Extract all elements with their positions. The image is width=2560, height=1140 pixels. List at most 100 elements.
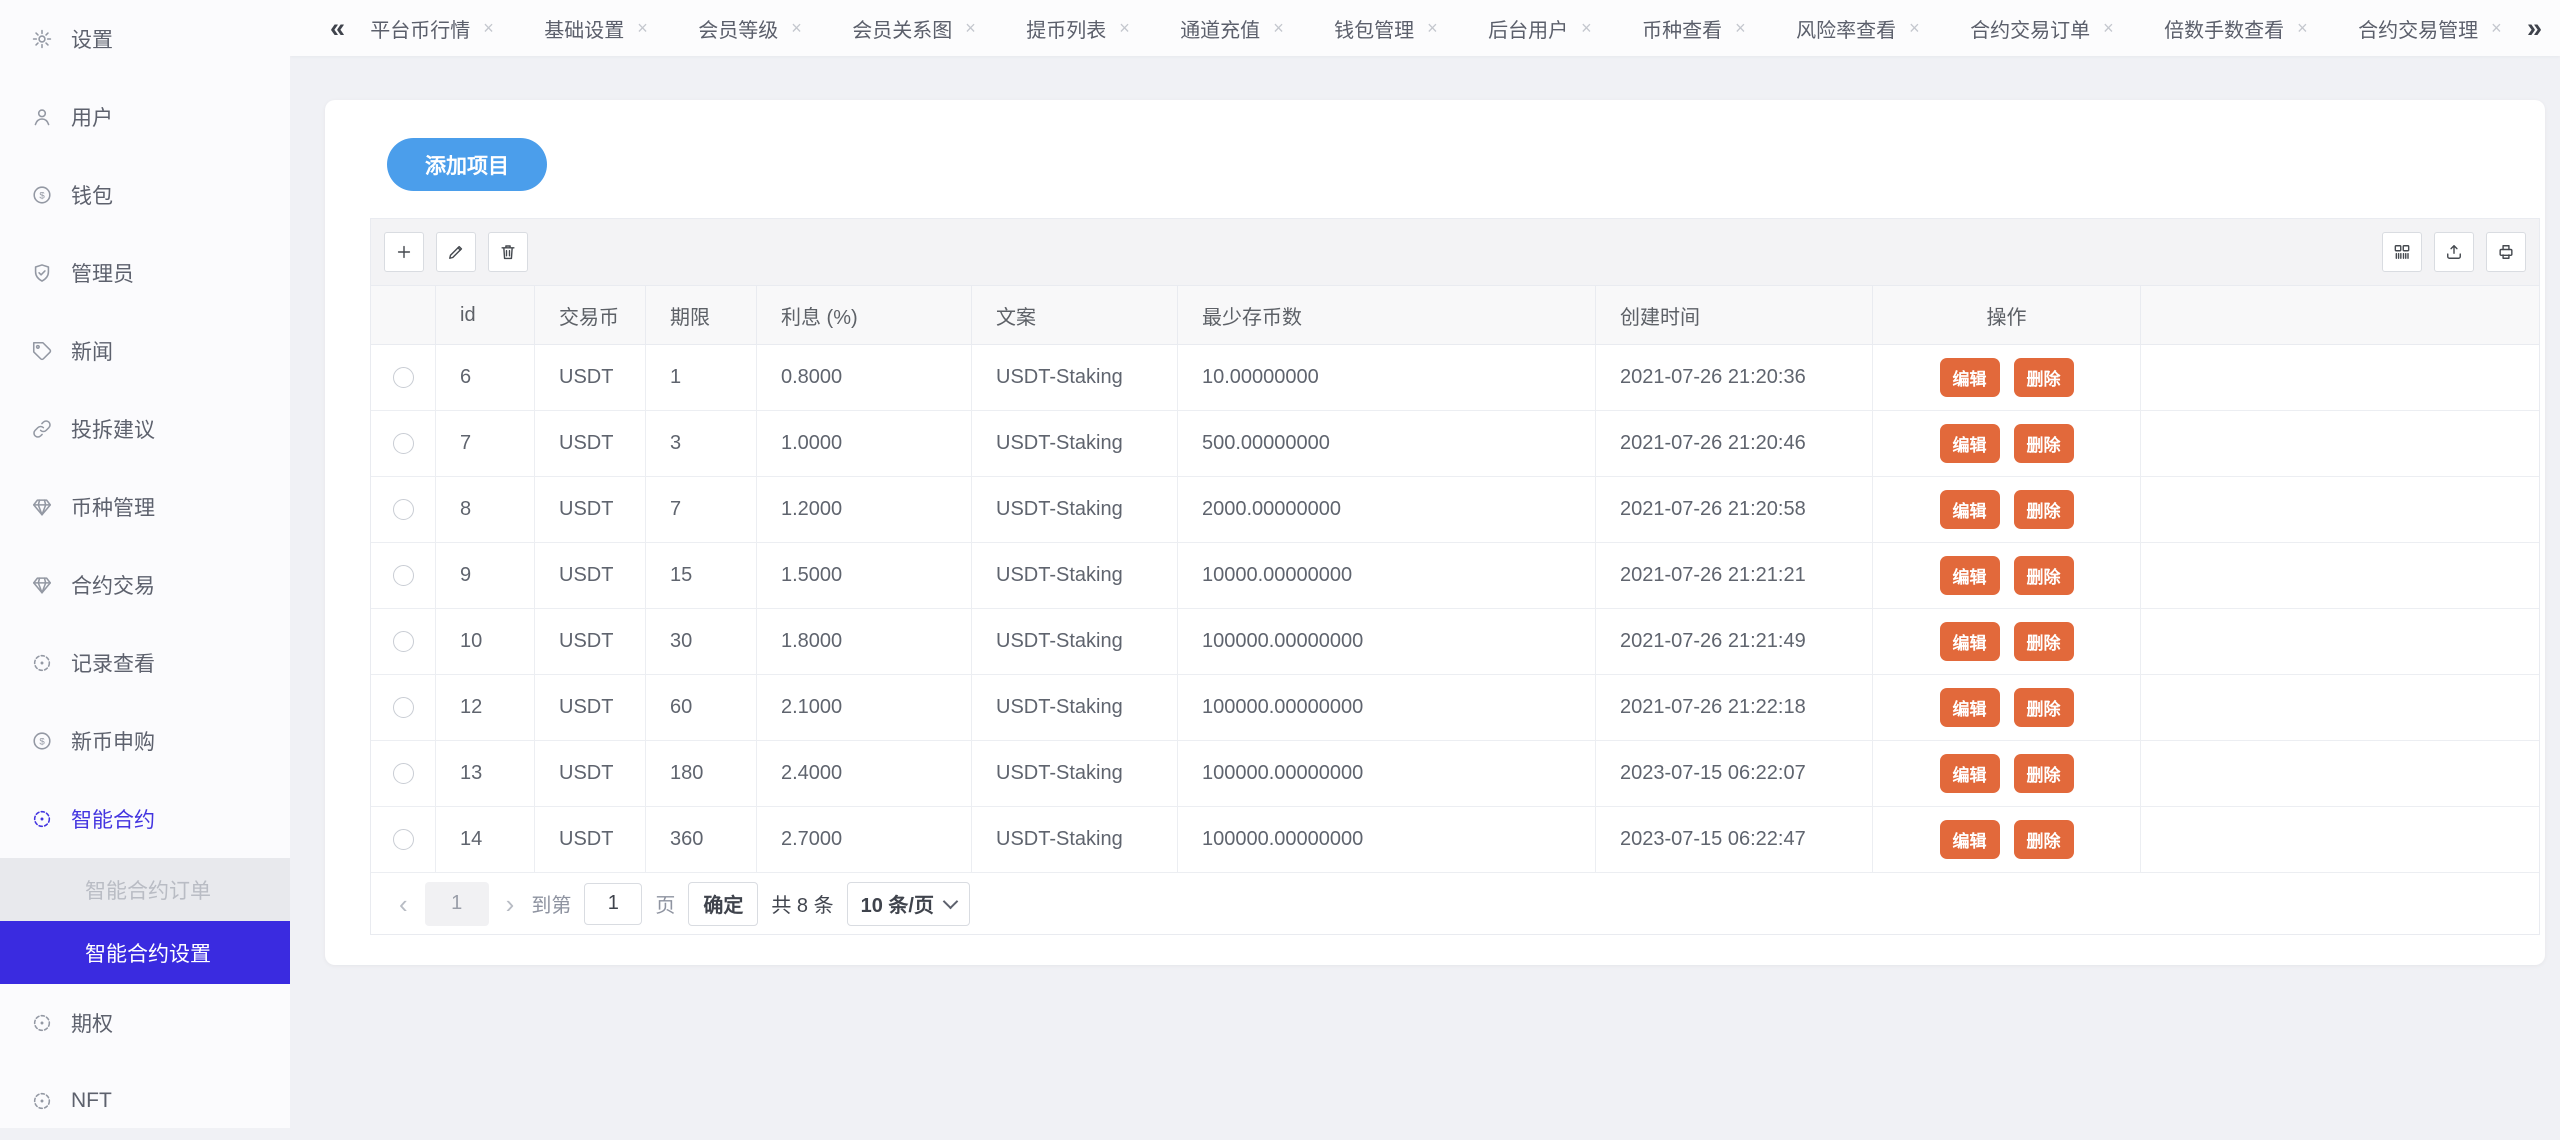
prev-page-icon[interactable]: ‹	[395, 891, 412, 917]
edit-button[interactable]: 编辑	[1940, 688, 2000, 727]
toolbar-button[interactable]	[2382, 232, 2422, 272]
sidebar-item-icon	[30, 261, 54, 285]
goto-page-input[interactable]	[584, 883, 642, 925]
cell-id: 8	[436, 477, 535, 542]
next-page-icon[interactable]: ›	[502, 891, 519, 917]
tab-close-icon[interactable]: ×	[1581, 18, 1592, 39]
sidebar-item[interactable]: 智能合约	[0, 780, 290, 858]
tab-close-icon[interactable]: ×	[1119, 18, 1130, 39]
sidebar-item[interactable]: 用户	[0, 78, 290, 156]
tab[interactable]: 风险率查看 ×	[1796, 14, 1920, 43]
page-number-button[interactable]: 1	[425, 882, 489, 926]
tab[interactable]: 钱包管理 ×	[1334, 14, 1438, 43]
row-radio[interactable]	[393, 829, 414, 850]
tab-label: 币种查看	[1642, 14, 1722, 43]
tab-close-icon[interactable]: ×	[791, 18, 802, 39]
sidebar-item[interactable]: 智能合约订单	[0, 858, 290, 921]
row-radio[interactable]	[393, 433, 414, 454]
toolbar-button[interactable]	[2434, 232, 2474, 272]
tabs-scroll-right-icon[interactable]: »	[2527, 15, 2542, 42]
sidebar-item-label: 设置	[71, 24, 113, 54]
delete-button[interactable]: 删除	[2014, 490, 2074, 529]
tab-close-icon[interactable]: ×	[1273, 18, 1284, 39]
tab-label: 会员等级	[698, 14, 778, 43]
cell-term: 360	[646, 807, 757, 872]
page-size-select[interactable]: 10 条/页	[847, 882, 970, 926]
edit-button[interactable]: 编辑	[1940, 490, 2000, 529]
sidebar-item[interactable]: 币种管理	[0, 468, 290, 546]
edit-button[interactable]: 编辑	[1940, 424, 2000, 463]
edit-button[interactable]: 编辑	[1940, 556, 2000, 595]
add-project-button[interactable]: 添加项目	[387, 138, 547, 191]
delete-button[interactable]: 删除	[2014, 754, 2074, 793]
sidebar-item[interactable]: 钱包	[0, 156, 290, 234]
tab[interactable]: 会员关系图 ×	[852, 14, 976, 43]
sidebar-item[interactable]: 期权	[0, 984, 290, 1062]
toolbar-button[interactable]	[436, 232, 476, 272]
sidebar-item[interactable]: 合约交易	[0, 546, 290, 624]
sidebar-item-label: 投拆建议	[71, 414, 155, 444]
tab[interactable]: 倍数手数查看 ×	[2164, 14, 2308, 43]
delete-button[interactable]: 删除	[2014, 820, 2074, 859]
tab[interactable]: 会员等级 ×	[698, 14, 802, 43]
toolbar-button[interactable]	[488, 232, 528, 272]
sidebar-item[interactable]: NFT	[0, 1062, 290, 1140]
confirm-button[interactable]: 确定	[688, 882, 758, 926]
sidebar-item[interactable]: 新闻	[0, 312, 290, 390]
delete-button[interactable]: 删除	[2014, 622, 2074, 661]
cell-text: USDT-Staking	[972, 807, 1178, 872]
tab-label: 合约交易管理	[2358, 14, 2478, 43]
tab-close-icon[interactable]: ×	[637, 18, 648, 39]
sidebar-item-icon	[30, 27, 54, 51]
row-radio[interactable]	[393, 763, 414, 784]
tab-close-icon[interactable]: ×	[483, 18, 494, 39]
tab[interactable]: 合约交易管理 ×	[2358, 14, 2502, 43]
table-row: 9 USDT 15 1.5000 USDT-Staking 10000.0000…	[371, 543, 2539, 609]
tab-close-icon[interactable]: ×	[2297, 18, 2308, 39]
sidebar-item[interactable]: 智能合约设置	[0, 921, 290, 984]
tab[interactable]: 合约交易订单 ×	[1970, 14, 2114, 43]
tab[interactable]: 平台币行情 ×	[370, 14, 494, 43]
sidebar-item[interactable]: 管理员	[0, 234, 290, 312]
tab[interactable]: 基础设置 ×	[544, 14, 648, 43]
table-row: 7 USDT 3 1.0000 USDT-Staking 500.0000000…	[371, 411, 2539, 477]
tab[interactable]: 币种查看 ×	[1642, 14, 1746, 43]
tab-close-icon[interactable]: ×	[1427, 18, 1438, 39]
row-radio[interactable]	[393, 631, 414, 652]
row-radio[interactable]	[393, 565, 414, 586]
toolbar-button[interactable]	[2486, 232, 2526, 272]
cell-text: USDT-Staking	[972, 477, 1178, 542]
tab-close-icon[interactable]: ×	[1909, 18, 1920, 39]
tab-close-icon[interactable]: ×	[965, 18, 976, 39]
tab[interactable]: 通道充值 ×	[1180, 14, 1284, 43]
tab[interactable]: 提币列表 ×	[1026, 14, 1130, 43]
edit-button[interactable]: 编辑	[1940, 820, 2000, 859]
column-header: 操作	[1873, 286, 2141, 344]
sidebar-item-label: 新币申购	[71, 726, 155, 756]
chevron-down-icon	[943, 894, 959, 910]
row-radio[interactable]	[393, 367, 414, 388]
edit-button[interactable]: 编辑	[1940, 622, 2000, 661]
row-radio[interactable]	[393, 697, 414, 718]
sidebar-item[interactable]: 投拆建议	[0, 390, 290, 468]
delete-button[interactable]: 删除	[2014, 688, 2074, 727]
sidebar-item-icon	[30, 1089, 54, 1113]
tab-close-icon[interactable]: ×	[2491, 18, 2502, 39]
sidebar-item[interactable]: 设置	[0, 0, 290, 78]
tab[interactable]: 后台用户 ×	[1488, 14, 1592, 43]
row-radio[interactable]	[393, 499, 414, 520]
delete-button[interactable]: 删除	[2014, 358, 2074, 397]
tab-close-icon[interactable]: ×	[1735, 18, 1746, 39]
tab-close-icon[interactable]: ×	[2103, 18, 2114, 39]
tabs-scroll-left-icon[interactable]: «	[330, 15, 345, 42]
edit-button[interactable]: 编辑	[1940, 754, 2000, 793]
sidebar-item[interactable]: 新币申购	[0, 702, 290, 780]
delete-button[interactable]: 删除	[2014, 556, 2074, 595]
grid-toolbar-right	[2370, 232, 2526, 272]
columns-icon	[2392, 242, 2412, 262]
sidebar: 设置 用户 钱包 管理员 新闻 投拆建议 币种管理 合约交易	[0, 0, 290, 1128]
sidebar-item[interactable]: 记录查看	[0, 624, 290, 702]
edit-button[interactable]: 编辑	[1940, 358, 2000, 397]
toolbar-button[interactable]	[384, 232, 424, 272]
delete-button[interactable]: 删除	[2014, 424, 2074, 463]
